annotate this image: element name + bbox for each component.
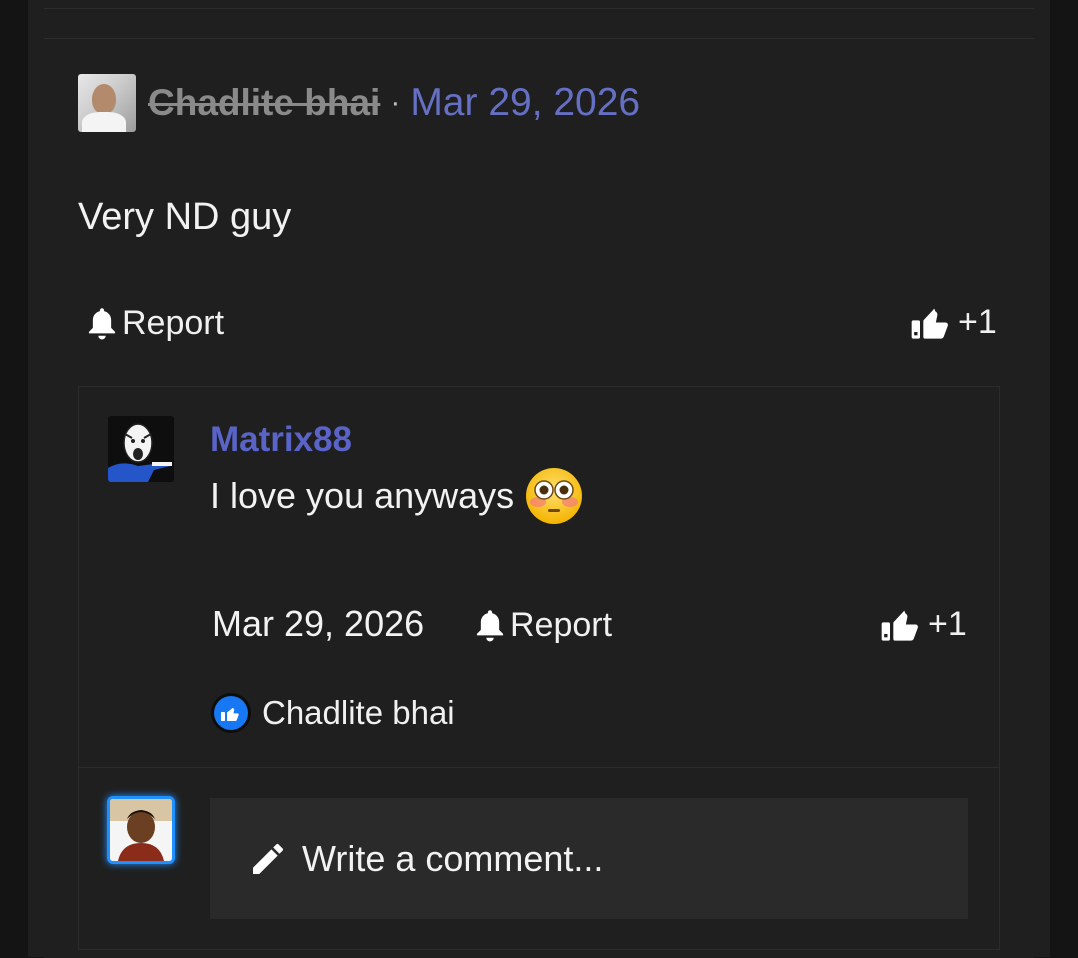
reply-author-avatar[interactable] [108, 416, 174, 482]
avatar-shirt-shape [82, 112, 126, 132]
reply-body: I love you anyways [210, 466, 584, 526]
bell-icon [88, 307, 116, 339]
post-body-text: Very ND guy [78, 196, 292, 238]
comment-placeholder: Write a comment... [302, 837, 604, 879]
divider [78, 767, 1000, 768]
divider [44, 8, 1034, 9]
reply-author-name[interactable]: Matrix88 [210, 420, 352, 460]
post-date-link[interactable]: Mar 29, 2026 [410, 81, 640, 125]
pencil-icon [253, 843, 284, 874]
author-avatar[interactable] [78, 74, 136, 132]
reply-body-text: I love you anyways [210, 475, 515, 516]
reaction-summary[interactable]: Chadlite bhai [210, 692, 455, 734]
wojak-avatar-icon [108, 416, 174, 482]
current-user-avatar[interactable] [107, 796, 175, 864]
reply-date[interactable]: Mar 29, 2026 [212, 603, 424, 645]
like-count: +1 [958, 302, 997, 341]
header-separator: · [390, 86, 401, 119]
avatar-head-shape [92, 84, 116, 114]
report-label: Report [122, 304, 225, 342]
reply-like-button[interactable]: +1 [880, 604, 967, 644]
post-report-button[interactable]: Report [86, 304, 224, 343]
post-author-name[interactable]: Chadlite bhai [148, 82, 380, 124]
like-count: +1 [928, 604, 967, 643]
user-photo-icon [110, 799, 172, 861]
liked-by-name: Chadlite bhai [262, 694, 455, 731]
comment-input[interactable]: Write a comment... [210, 798, 968, 919]
thumbs-up-icon [911, 308, 948, 339]
post-header: Chadlite bhai · Mar 29, 2026 [78, 74, 640, 132]
report-label: Report [510, 606, 613, 644]
like-badge-icon [211, 693, 251, 733]
thumbs-up-icon [881, 610, 918, 641]
flushed-face-emoji-icon [526, 468, 583, 524]
reply-report-button[interactable]: Report [474, 606, 612, 645]
post-like-button[interactable]: +1 [910, 302, 997, 342]
bell-icon [476, 609, 504, 641]
